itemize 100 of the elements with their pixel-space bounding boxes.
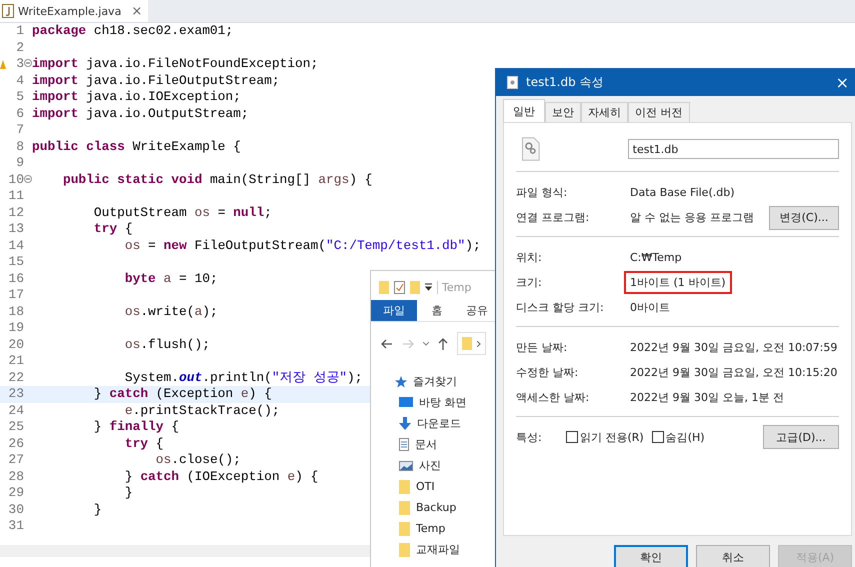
window-title: Temp [437, 280, 472, 294]
property-value: Data Base File(.db) [629, 185, 736, 201]
property-value: 알 수 없는 응용 프로그램 [629, 210, 755, 226]
code-line: public static void main(String[] args) { [62, 172, 372, 188]
nav-item[interactable]: 교재파일 [371, 539, 497, 560]
ribbon-tab[interactable]: 홈 [416, 300, 457, 321]
code-line: } [92, 502, 102, 518]
dialog-tab[interactable]: 일반 [503, 99, 545, 122]
line-number: 31 [8, 518, 24, 534]
close-icon[interactable]: × [131, 4, 142, 18]
fold-icon[interactable] [24, 59, 32, 67]
folder-icon [379, 280, 389, 294]
folder-icon [399, 500, 410, 514]
code-line: } [124, 485, 133, 502]
line-number: 1 [16, 23, 24, 40]
line-number: 3 [16, 56, 24, 72]
code-line: public class WriteExample { [31, 138, 241, 155]
line-number: 7 [16, 122, 24, 138]
nav-label: 바탕 화면 [419, 395, 466, 410]
property-label: 디스크 할당 크기: [516, 300, 605, 315]
nav-item[interactable]: 다운로드 [371, 413, 497, 434]
star-icon [395, 376, 407, 388]
nav-item[interactable]: OTI [371, 476, 497, 497]
dialog-tab[interactable]: 자세히 [581, 102, 628, 122]
checkbox-label: 읽기 전용(R) [580, 430, 644, 444]
dialog-tab[interactable]: 보안 [545, 102, 581, 122]
dialog-tab[interactable]: 이전 버전 [628, 102, 690, 122]
nav-label: 즐겨찾기 [413, 374, 457, 389]
code-line: os.flush(); [124, 336, 210, 353]
checkbox-box[interactable] [652, 431, 664, 443]
line-number: 8 [16, 138, 24, 155]
change-button[interactable]: 변경(C)... [769, 206, 839, 230]
dialog-button[interactable]: 취소 [696, 545, 770, 567]
code-line: os.write(a); [124, 304, 218, 320]
line-number: 11 [8, 188, 24, 204]
property-value: 2022년 9월 30일 금요일, 오전 10:07:59 [629, 340, 838, 356]
line-number: 19 [8, 320, 24, 336]
editor-tab[interactable]: WriteExample.java × [0, 0, 148, 22]
code-line: import java.io.FileOutputStream; [31, 72, 280, 89]
line-number: 4 [16, 72, 24, 89]
property-value: 0바이트 [629, 300, 671, 316]
property-value: 2022년 9월 30일 오늘, 1분 전 [629, 390, 785, 406]
property-label: 위치: [516, 250, 543, 265]
nav-label: Backup [416, 501, 456, 514]
line-number: 14 [8, 238, 24, 254]
code-line: } catch (Exception e) { [92, 386, 272, 402]
code-line: byte a = 10; [124, 270, 218, 287]
code-line: } catch (IOException e) { [124, 468, 318, 485]
checkbox[interactable]: 숨김(H) [652, 430, 705, 444]
property-label: 특성: [516, 430, 543, 444]
ribbon-tab[interactable]: 공유 [456, 300, 497, 321]
folder-icon [399, 522, 410, 536]
line-number: 26 [8, 436, 24, 452]
gear-file-icon [522, 137, 540, 161]
chevron-right-icon [477, 340, 481, 346]
chevron-down-icon[interactable] [423, 342, 429, 346]
back-arrow-icon[interactable] [381, 338, 393, 348]
nav-item[interactable]: Backup [371, 497, 497, 518]
code-line: os.close(); [154, 452, 241, 468]
nav-label: 문서 [415, 437, 437, 452]
checkbox-box[interactable] [566, 431, 578, 443]
checklist-icon[interactable] [394, 280, 405, 294]
code-line: import java.io.OutputStream; [31, 106, 249, 122]
line-number: 5 [16, 89, 24, 106]
property-label: 수정한 날짜: [516, 365, 580, 380]
nav-item[interactable]: 즐겨찾기 [371, 371, 497, 392]
line-number: 9 [16, 155, 24, 172]
fold-icon[interactable] [24, 174, 32, 182]
nav-item[interactable]: 사진 [371, 455, 497, 476]
monitor-icon [399, 397, 413, 408]
property-value: C:₩Temp [629, 250, 683, 266]
code-line: System.out.println("저장 성공"); [124, 370, 363, 386]
line-number: 16 [8, 270, 24, 287]
line-number: 10 [8, 172, 24, 188]
line-number: 2 [16, 40, 24, 56]
line-number: 23 [8, 386, 24, 402]
ribbon-tab[interactable]: 파일 [371, 300, 417, 321]
advanced-button[interactable]: 고급(D)... [763, 425, 839, 449]
dropdown-icon[interactable] [425, 283, 432, 291]
close-icon[interactable]: × [836, 73, 849, 92]
property-value: 2022년 9월 30일 금요일, 오전 10:15:20 [629, 365, 838, 381]
up-arrow-icon[interactable] [438, 338, 448, 350]
checkbox[interactable]: 읽기 전용(R) [566, 430, 644, 444]
nav-item[interactable]: Temp [371, 518, 497, 539]
filename-field[interactable]: test1.db [628, 139, 839, 159]
nav-label: 다운로드 [417, 416, 461, 431]
nav-label: 교재파일 [416, 542, 460, 557]
nav-item[interactable]: 문서 [371, 434, 497, 455]
down-arrow-icon [399, 417, 411, 430]
line-number: 24 [8, 402, 24, 419]
nav-item[interactable]: 바탕 화면 [371, 392, 497, 413]
folder-icon [399, 542, 410, 556]
dialog-button[interactable]: 확인 [614, 545, 688, 567]
code-line: import java.io.IOException; [31, 89, 241, 106]
line-number: 27 [8, 452, 24, 468]
folder-icon [399, 480, 410, 494]
line-number: 25 [8, 419, 24, 436]
line-number: 18 [8, 304, 24, 320]
line-number: 6 [16, 106, 24, 122]
dialog-title: test1.db 속성 [526, 74, 604, 91]
